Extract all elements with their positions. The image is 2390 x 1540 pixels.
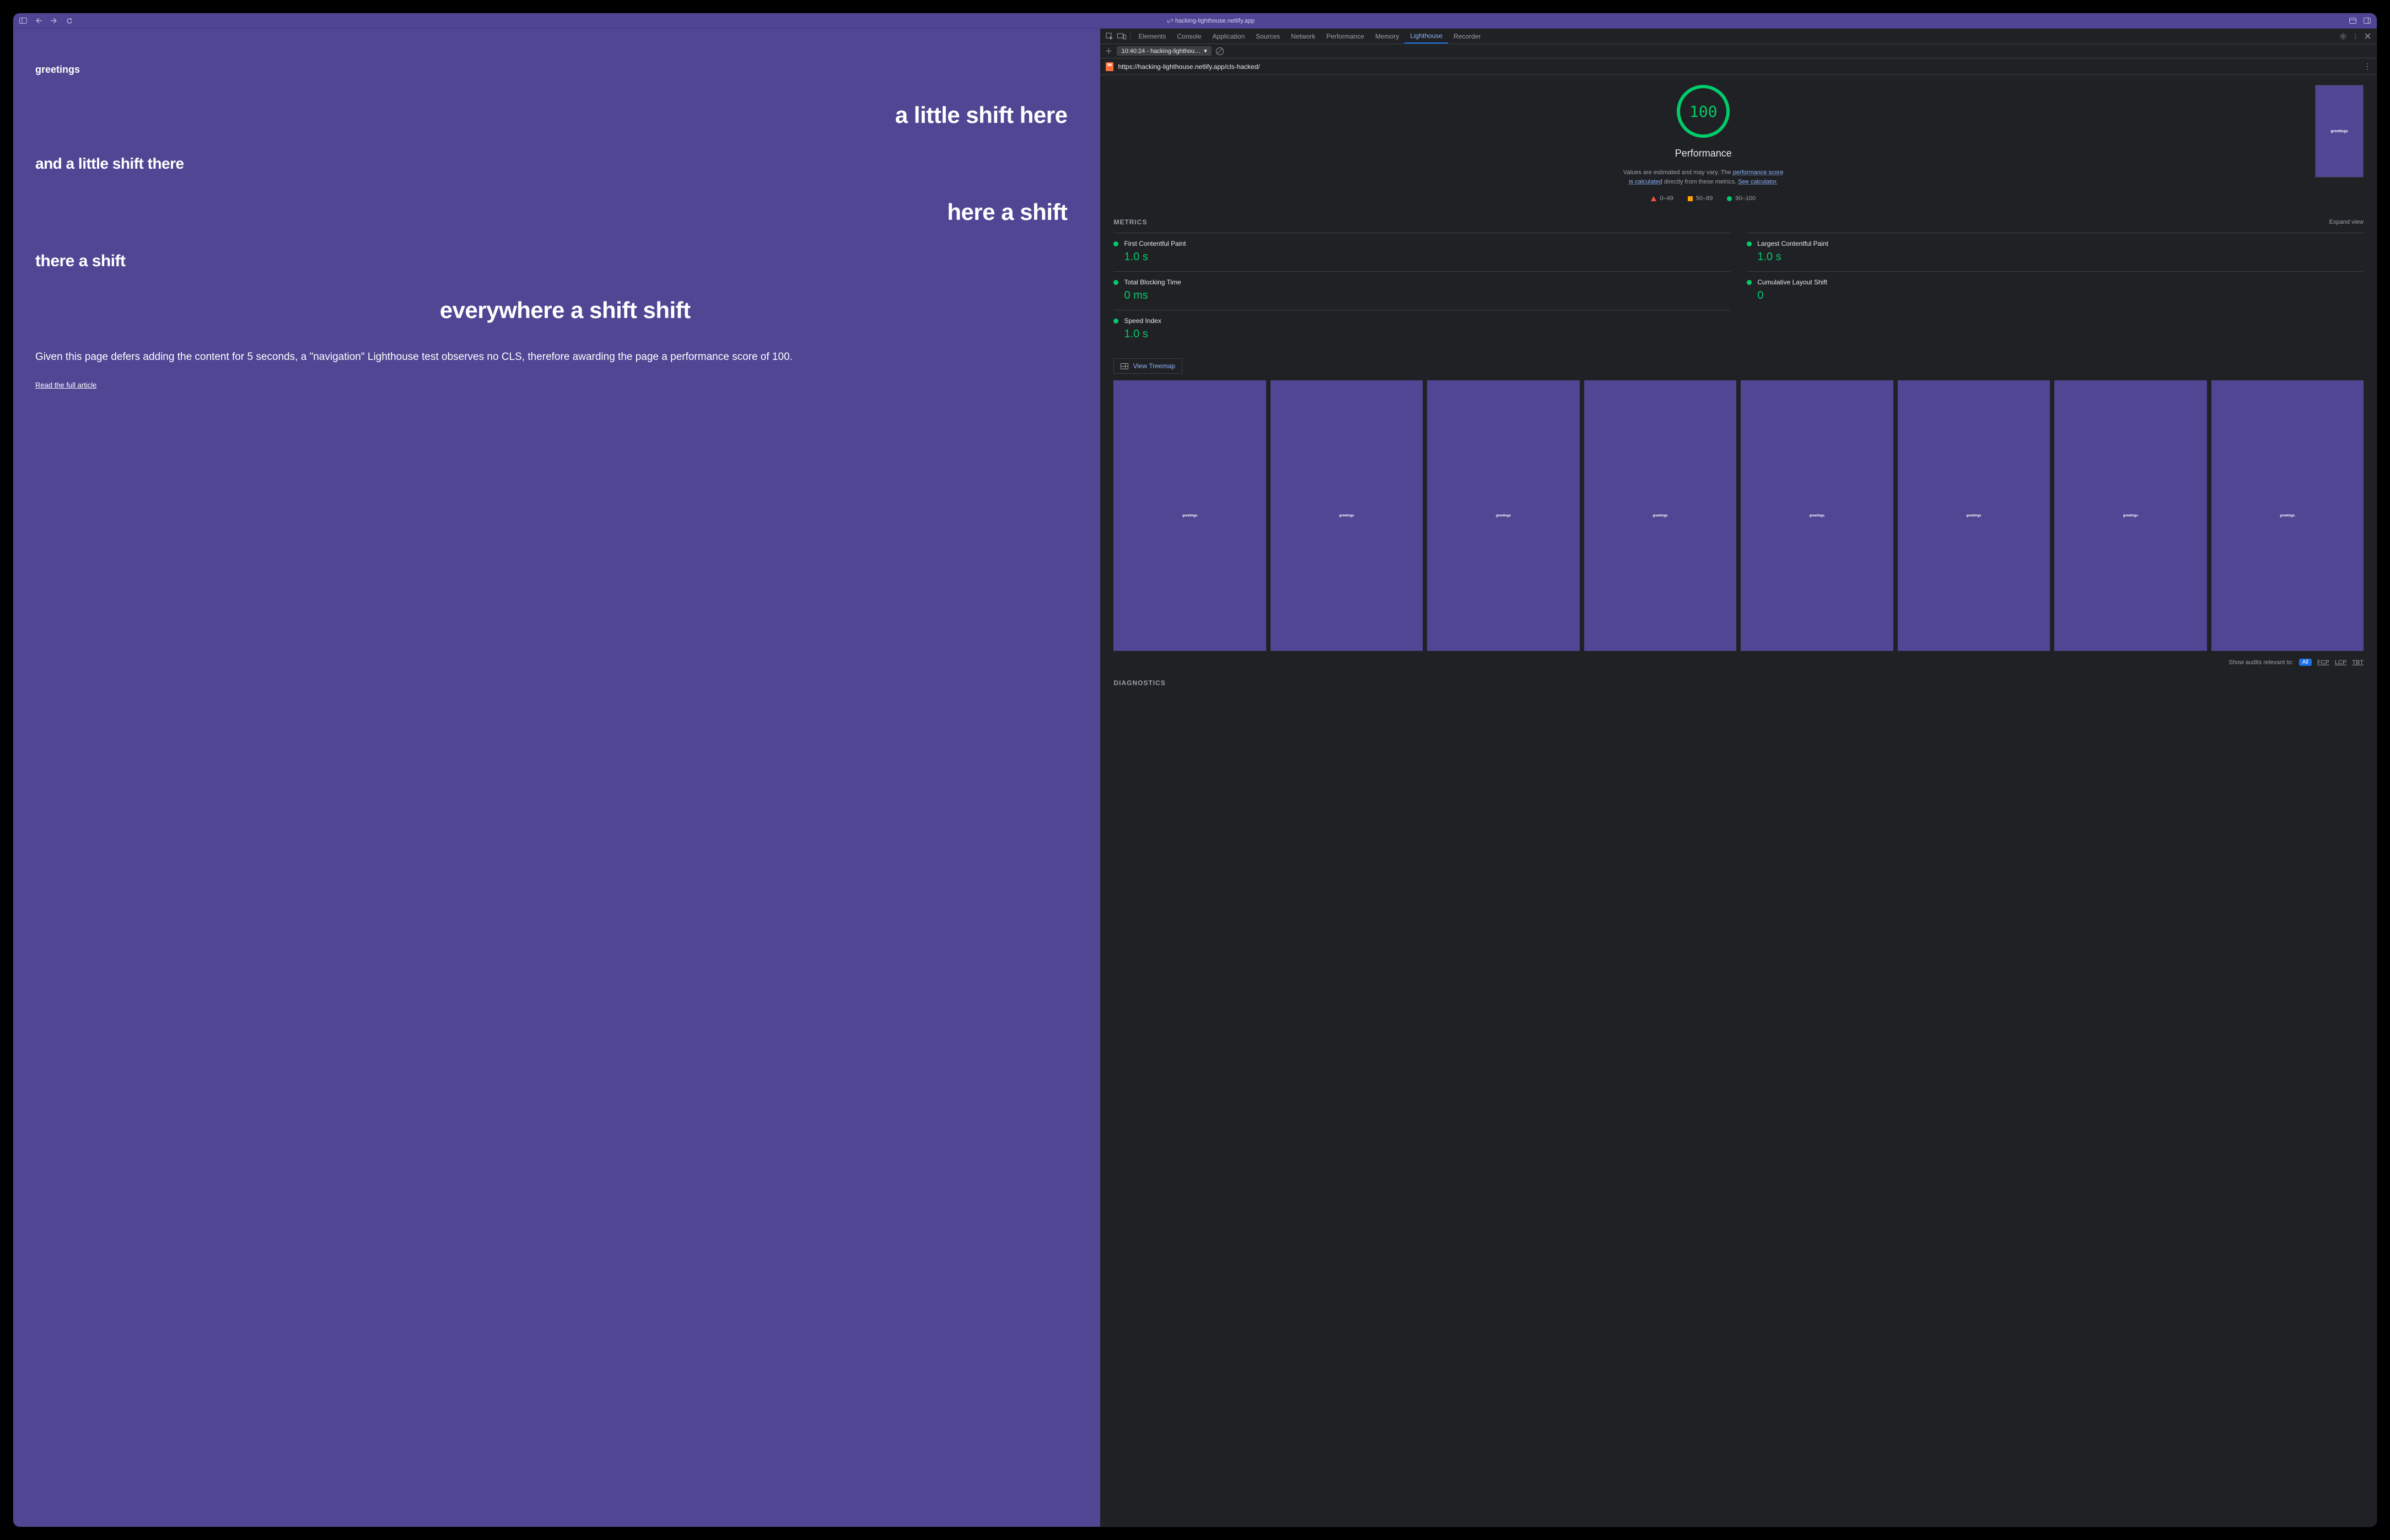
status-pass-icon <box>1113 319 1118 324</box>
address-bar-host: hacking-lighthouse.netlify.app <box>1175 18 1255 24</box>
audits-filter-tbt[interactable]: TBT <box>2352 659 2364 666</box>
sidebar-toggle-icon[interactable] <box>19 17 28 25</box>
metric-tbt: Total Blocking Time 0 ms <box>1113 271 1730 310</box>
tab-memory[interactable]: Memory <box>1370 29 1404 44</box>
performance-category-label: Performance <box>1675 148 1732 159</box>
page-line-6: everywhere a shift shift <box>35 297 1078 324</box>
legend-pass-icon <box>1727 196 1732 201</box>
see-calculator-link[interactable]: See calculator. <box>1738 179 1778 185</box>
settings-icon[interactable] <box>2337 33 2349 40</box>
legend-average-icon <box>1688 196 1693 201</box>
filmstrip-frame: greetings <box>1741 380 1893 651</box>
tab-sources[interactable]: Sources <box>1250 29 1285 44</box>
expand-view-toggle[interactable]: Expand view <box>2329 219 2364 225</box>
treemap-icon <box>1121 363 1128 369</box>
metrics-label: METRICS <box>1113 218 1147 226</box>
tab-lighthouse[interactable]: Lighthouse <box>1404 29 1448 44</box>
audits-filter-label: Show audits relevant to: <box>2228 659 2293 666</box>
reload-icon[interactable] <box>65 17 74 25</box>
filmstrip-frame: greetings <box>1898 380 2050 651</box>
report-selector-label: 10:40:24 - hacking-lighthou… <box>1121 48 1201 55</box>
legend-fail-icon <box>1651 196 1656 201</box>
metric-cls: Cumulative Layout Shift 0 <box>1747 271 2364 310</box>
tab-performance[interactable]: Performance <box>1321 29 1370 44</box>
filmstrip-frame: greetings <box>1113 380 1266 651</box>
lighthouse-urlbar: https://hacking-lighthouse.netlify.app/c… <box>1100 58 2377 75</box>
metrics-section-header: METRICS Expand view <box>1113 218 2364 226</box>
tab-elements[interactable]: Elements <box>1133 29 1171 44</box>
kebab-icon[interactable]: ⋮ <box>2349 33 2361 40</box>
metric-fcp: First Contentful Paint 1.0 s <box>1113 233 1730 271</box>
page-line-1: greetings <box>35 64 1078 76</box>
metric-fcp-value: 1.0 s <box>1113 251 1730 263</box>
page-paragraph: Given this page defers adding the conten… <box>35 350 1078 364</box>
final-screenshot: greetings <box>2315 85 2364 177</box>
status-pass-icon <box>1113 280 1118 285</box>
split-view: greetings a little shift here and a litt… <box>13 29 2377 1527</box>
status-pass-icon <box>1747 280 1752 285</box>
performance-gauge: 100 <box>1677 85 1730 138</box>
browser-titlebar: hacking-lighthouse.netlify.app <box>13 13 2377 29</box>
metrics-grid: First Contentful Paint 1.0 s Largest Con… <box>1113 233 2364 348</box>
metric-si: Speed Index 1.0 s <box>1113 310 1730 348</box>
filmstrip-frame: greetings <box>1271 380 1423 651</box>
device-toggle-icon[interactable] <box>1116 33 1128 40</box>
metric-lcp-value: 1.0 s <box>1747 251 2364 263</box>
status-pass-icon <box>1747 241 1752 246</box>
page-line-3: and a little shift there <box>35 155 1078 173</box>
tab-application[interactable]: Application <box>1207 29 1251 44</box>
link-icon <box>1167 18 1173 24</box>
tab-console[interactable]: Console <box>1172 29 1207 44</box>
filmstrip: greetings greetings greetings greetings … <box>1113 380 2364 651</box>
audits-filter-all[interactable]: All <box>2299 659 2312 666</box>
filmstrip-frame: greetings <box>1584 380 1736 651</box>
audits-filter-fcp[interactable]: FCP <box>2317 659 2329 666</box>
performance-description: Values are estimated and may vary. The p… <box>1621 168 1786 186</box>
forward-icon[interactable] <box>50 17 58 25</box>
metric-cls-value: 0 <box>1747 289 2364 302</box>
page-line-2: a little shift here <box>35 102 1078 128</box>
back-icon[interactable] <box>34 17 43 25</box>
tabs-icon[interactable] <box>2362 17 2371 25</box>
lighthouse-icon <box>1106 62 1113 71</box>
report-menu-icon[interactable]: ⋮ <box>2364 62 2371 71</box>
page-line-5: there a shift <box>35 252 1078 271</box>
status-pass-icon <box>1113 241 1118 246</box>
report-selector[interactable]: 10:40:24 - hacking-lighthou… ▾ <box>1117 46 1211 56</box>
filmstrip-frame: greetings <box>1427 380 1579 651</box>
audits-filter-lcp[interactable]: LCP <box>2335 659 2346 666</box>
inspect-icon[interactable] <box>1104 33 1116 40</box>
view-treemap-button[interactable]: View Treemap <box>1113 358 1182 374</box>
chevron-down-icon: ▾ <box>1204 47 1207 55</box>
share-icon[interactable] <box>2348 17 2357 25</box>
close-devtools-icon[interactable] <box>2361 33 2373 39</box>
metric-tbt-value: 0 ms <box>1113 289 1730 302</box>
clear-report-icon[interactable] <box>1216 47 1224 55</box>
performance-score: 100 <box>1689 103 1718 121</box>
browser-window: hacking-lighthouse.netlify.app greetings… <box>13 13 2377 1527</box>
read-article-link[interactable]: Read the full article <box>35 381 96 389</box>
score-legend: 0–49 50–89 90–100 <box>1651 195 1756 202</box>
lighthouse-report: 100 Performance Values are estimated and… <box>1100 75 2377 1527</box>
devtools-panel: Elements Console Application Sources Net… <box>1100 29 2377 1527</box>
new-report-icon[interactable]: ＋ <box>1105 46 1112 57</box>
filmstrip-frame: greetings <box>2054 380 2206 651</box>
lighthouse-toolbar: ＋ 10:40:24 - hacking-lighthou… ▾ <box>1100 44 2377 58</box>
diagnostics-label: DIAGNOSTICS <box>1113 679 1165 687</box>
webpage-viewport: greetings a little shift here and a litt… <box>13 29 1100 1527</box>
filmstrip-frame: greetings <box>2211 380 2364 651</box>
metric-lcp: Largest Contentful Paint 1.0 s <box>1747 233 2364 271</box>
performance-summary: 100 Performance Values are estimated and… <box>1113 85 2293 202</box>
tab-recorder[interactable]: Recorder <box>1448 29 1486 44</box>
tab-network[interactable]: Network <box>1285 29 1321 44</box>
metric-si-value: 1.0 s <box>1113 328 1730 341</box>
audits-filter-bar: Show audits relevant to: All FCP LCP TBT <box>1113 659 2364 666</box>
diagnostics-section-header: DIAGNOSTICS <box>1113 679 2364 687</box>
devtools-tabbar: Elements Console Application Sources Net… <box>1100 29 2377 44</box>
report-url: https://hacking-lighthouse.netlify.app/c… <box>1118 63 2359 71</box>
address-bar[interactable]: hacking-lighthouse.netlify.app <box>1167 18 1255 24</box>
page-line-4: here a shift <box>35 199 1078 225</box>
